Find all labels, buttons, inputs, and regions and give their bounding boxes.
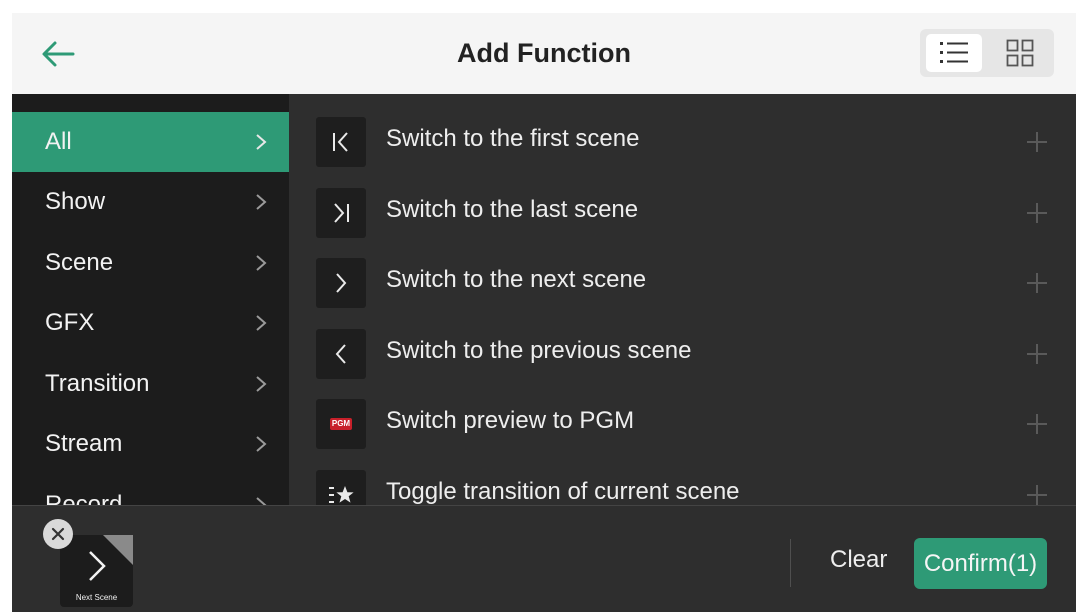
sidebar-item-label: Stream <box>45 430 123 457</box>
sidebar-item-scene[interactable]: Scene <box>12 233 289 293</box>
next-scene-icon <box>89 551 106 581</box>
selected-item-label: Next Scene <box>75 593 118 602</box>
chevron-right-icon <box>256 436 267 452</box>
function-row[interactable]: Switch to the previous scene <box>289 318 1076 388</box>
plus-icon[interactable] <box>1025 412 1049 436</box>
header-bar: Add Function <box>12 13 1076 94</box>
sidebar-item-label: Scene <box>45 249 114 276</box>
sidebar-item-gfx[interactable]: GFX <box>12 293 289 353</box>
sidebar-item-all[interactable]: All <box>12 112 289 172</box>
function-row[interactable]: Switch to the next scene <box>289 247 1076 317</box>
grid-icon <box>1006 39 1034 67</box>
plus-icon[interactable] <box>1025 342 1049 366</box>
pgm-icon: PGM <box>316 399 366 449</box>
function-row[interactable]: Toggle transition of current scene <box>289 459 1076 505</box>
plus-icon[interactable] <box>1025 271 1049 295</box>
function-row[interactable]: Switch to the last scene <box>289 177 1076 247</box>
selection-bar: Next Scene Clear Confirm(1) <box>12 505 1076 612</box>
function-label: Switch to the first scene <box>386 125 640 152</box>
function-label: Switch to the last scene <box>386 196 639 223</box>
last-scene-icon <box>316 188 366 238</box>
sidebar-item-label: All <box>45 128 72 155</box>
chevron-right-icon <box>256 134 267 150</box>
function-label: Switch to the previous scene <box>386 337 692 364</box>
plus-icon[interactable] <box>1025 483 1049 505</box>
function-row[interactable]: Switch to the first scene <box>289 106 1076 176</box>
sidebar-item-show[interactable]: Show <box>12 172 289 232</box>
view-mode-toggle <box>920 29 1054 77</box>
clear-button[interactable]: Clear <box>830 546 887 574</box>
grid-view-button[interactable] <box>992 34 1048 72</box>
chevron-right-icon <box>256 194 267 210</box>
selected-item[interactable]: Next Scene <box>60 535 133 607</box>
sidebar-item-label: GFX <box>45 309 95 336</box>
confirm-button[interactable]: Confirm(1) <box>914 538 1047 589</box>
sidebar-item-label: Transition <box>45 370 150 397</box>
list-icon <box>940 42 968 63</box>
next-scene-icon <box>316 258 366 308</box>
category-sidebar: All Show Scene GFX Transition Stream Rec… <box>12 94 289 505</box>
first-scene-icon <box>316 117 366 167</box>
main-panel: All Show Scene GFX Transition Stream Rec… <box>12 94 1076 505</box>
list-view-button[interactable] <box>926 34 982 72</box>
function-label: Toggle transition of current scene <box>386 478 740 505</box>
remove-selected-button[interactable] <box>43 519 73 549</box>
previous-scene-icon <box>316 329 366 379</box>
chevron-right-icon <box>256 315 267 331</box>
sidebar-item-transition[interactable]: Transition <box>12 354 289 414</box>
close-icon <box>51 527 65 541</box>
sidebar-item-label: Record <box>45 491 123 505</box>
function-label: Switch preview to PGM <box>386 407 635 434</box>
function-row[interactable]: PGM Switch preview to PGM <box>289 388 1076 458</box>
function-label: Switch to the next scene <box>386 266 647 293</box>
sidebar-item-stream[interactable]: Stream <box>12 414 289 474</box>
plus-icon[interactable] <box>1025 201 1049 225</box>
sidebar-item-label: Show <box>45 188 106 215</box>
pgm-badge: PGM <box>330 418 352 430</box>
footer-divider <box>790 539 791 587</box>
plus-icon[interactable] <box>1025 130 1049 154</box>
chevron-right-icon <box>256 255 267 271</box>
toggle-transition-icon <box>316 470 366 505</box>
sidebar-item-record[interactable]: Record <box>12 475 289 505</box>
chevron-right-icon <box>256 497 267 505</box>
chevron-right-icon <box>256 376 267 392</box>
function-list[interactable]: Switch to the first scene Switch to the … <box>289 94 1076 505</box>
page-title: Add Function <box>457 38 631 68</box>
